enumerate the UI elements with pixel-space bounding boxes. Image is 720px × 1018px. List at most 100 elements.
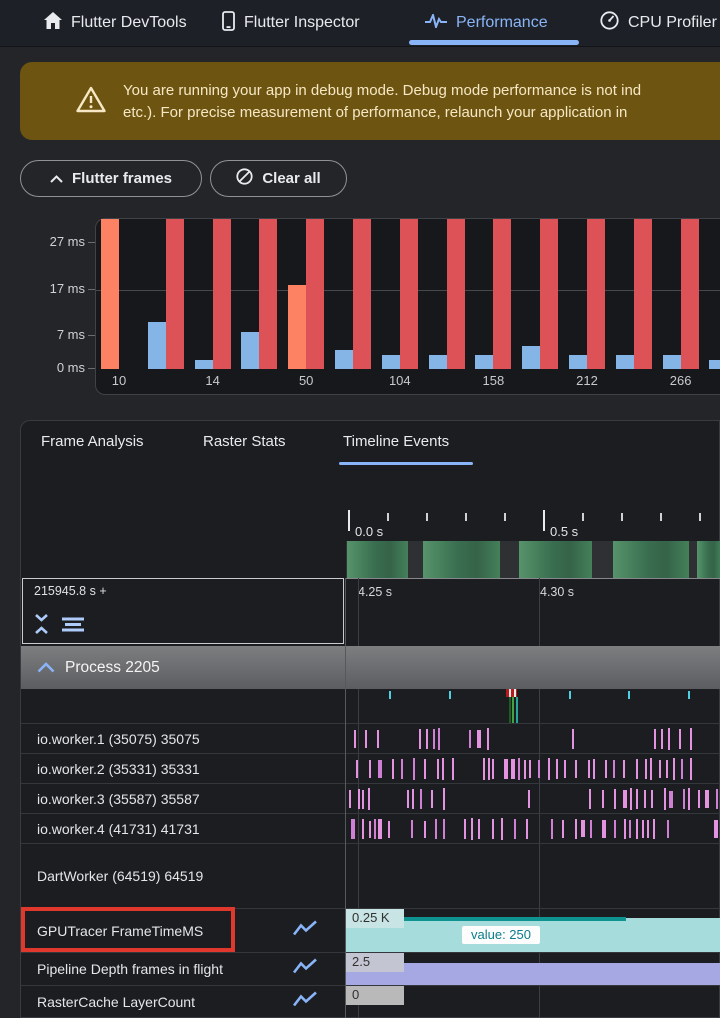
trace-event-tick xyxy=(664,788,666,810)
trace-event-tick xyxy=(365,730,367,747)
frame-bar-ui[interactable] xyxy=(709,360,720,369)
trace-event-tick xyxy=(690,728,692,749)
trace-event-tick xyxy=(526,819,528,840)
flutter-frames-toggle-button[interactable]: Flutter frames xyxy=(20,160,202,197)
tab-flutter-inspector[interactable]: Flutter Inspector xyxy=(222,0,360,46)
frame-bar-ui[interactable] xyxy=(616,355,634,369)
frame-bar-raster[interactable] xyxy=(447,219,465,369)
vsync-marker-row[interactable] xyxy=(21,689,720,724)
trace-event-tick xyxy=(614,820,616,838)
frame-bar-raster[interactable] xyxy=(681,219,699,369)
frame-bar-ui[interactable] xyxy=(335,350,353,369)
trace-event-tick xyxy=(487,728,489,749)
process-group-header[interactable]: Process 2205 xyxy=(21,646,720,689)
frame-bar-raster[interactable] xyxy=(166,219,184,369)
event-tick xyxy=(628,691,630,699)
timeline-grid-header[interactable]: 4.25 s 4.30 s xyxy=(346,578,720,644)
frame-bar-ui[interactable] xyxy=(663,355,681,369)
frame-bar-ui[interactable] xyxy=(382,355,400,369)
frame-bar-ui[interactable] xyxy=(195,360,213,369)
track-row[interactable]: io.worker.2 (35331) 35331 xyxy=(21,754,720,784)
frame-bar-raster[interactable] xyxy=(353,219,371,369)
trace-event-tick xyxy=(433,729,435,748)
counter-row-pipeline-depth[interactable]: Pipeline Depth frames in flight 2.5 xyxy=(21,953,720,986)
frame-bar-raster[interactable] xyxy=(213,219,231,369)
frame-bar-ui[interactable] xyxy=(241,332,259,369)
frame-bar-ui[interactable] xyxy=(429,355,447,369)
event-tick xyxy=(389,691,391,699)
ruler-minor-tick xyxy=(660,513,662,521)
phone-icon xyxy=(222,11,235,36)
banner-text-line2: etc.). For precise measurement of perfor… xyxy=(123,102,641,124)
banner-text-line1: You are running your app in debug mode. … xyxy=(123,80,641,102)
timeline-offset-label: 215945.8 s + xyxy=(34,584,107,598)
track-name[interactable]: io.worker.2 (35331) 35331 xyxy=(37,761,200,777)
warning-icon xyxy=(76,86,106,118)
trace-event-tick xyxy=(681,759,683,779)
frame-bar-raster[interactable] xyxy=(493,219,511,369)
trace-event-tick xyxy=(471,818,473,840)
tab-timeline-events[interactable]: Timeline Events xyxy=(343,433,449,450)
home-icon xyxy=(44,12,62,34)
track-name[interactable]: RasterCache LayerCount xyxy=(37,994,195,1010)
track-name-divider[interactable] xyxy=(345,578,346,1018)
frame-bar-raster[interactable] xyxy=(259,219,277,369)
marker-row-timeline[interactable] xyxy=(346,689,720,724)
frame-bar-ui[interactable] xyxy=(475,355,493,369)
home-tab[interactable]: Flutter DevTools xyxy=(44,0,187,46)
frame-bar-ui[interactable] xyxy=(101,219,119,369)
counter-row-rastercache[interactable]: RasterCache LayerCount 0 xyxy=(21,986,720,1018)
activity-segment xyxy=(423,541,500,578)
track-name[interactable]: Pipeline Depth frames in flight xyxy=(37,961,223,977)
flutter-devtools-window: Flutter DevTools Flutter Inspector Perfo… xyxy=(0,0,720,1018)
trace-events-lane[interactable] xyxy=(346,726,720,752)
trace-event-tick xyxy=(431,790,433,809)
y-tick-dash xyxy=(88,289,95,290)
frame-bar-ui[interactable] xyxy=(288,285,306,369)
trace-event-tick xyxy=(575,760,577,778)
tab-raster-stats[interactable]: Raster Stats xyxy=(203,433,286,450)
top-nav-bar: Flutter DevTools Flutter Inspector Perfo… xyxy=(0,0,720,47)
frame-bar-ui[interactable] xyxy=(522,346,540,369)
timeline-ruler[interactable]: 0.0 s0.5 s xyxy=(346,506,720,541)
track-name[interactable]: io.worker.3 (35587) 35587 xyxy=(37,791,200,807)
clear-all-button[interactable]: Clear all xyxy=(210,160,347,197)
trace-event-tick xyxy=(378,819,382,839)
frame-marker-flag[interactable] xyxy=(506,689,517,697)
track-row[interactable]: io.worker.4 (41731) 41731 xyxy=(21,814,720,844)
ruler-minor-tick xyxy=(699,513,701,521)
track-list-icon[interactable] xyxy=(61,617,85,637)
frames-chart[interactable]: 101450104158212266 xyxy=(95,218,720,395)
trace-event-tick xyxy=(538,760,540,779)
trace-event-tick xyxy=(588,760,590,777)
track-name[interactable]: io.worker.4 (41731) 41731 xyxy=(37,821,200,837)
trace-event-tick xyxy=(548,758,550,780)
timeline-summary-strip[interactable] xyxy=(346,541,720,578)
tab-frame-analysis[interactable]: Frame Analysis xyxy=(41,433,144,450)
frame-bar-raster[interactable] xyxy=(587,219,605,369)
track-row[interactable]: io.worker.3 (35587) 35587 xyxy=(21,784,720,814)
tab-cpu-profiler[interactable]: CPU Profiler xyxy=(600,0,717,46)
frame-bar-ui[interactable] xyxy=(148,322,166,369)
frame-bar-raster[interactable] xyxy=(400,219,418,369)
frame-bar-raster[interactable] xyxy=(540,219,558,369)
track-row[interactable]: io.worker.1 (35075) 35075 xyxy=(21,724,720,754)
track-name[interactable]: DartWorker (64519) 64519 xyxy=(37,868,203,884)
trace-event-tick xyxy=(683,789,685,810)
trace-event-tick xyxy=(478,819,480,839)
trace-events-lane[interactable] xyxy=(346,756,720,782)
track-name[interactable]: io.worker.1 (35075) 35075 xyxy=(37,731,200,747)
trace-event-tick xyxy=(501,818,503,840)
frame-bar-ui[interactable] xyxy=(569,355,587,369)
ruler-minor-tick xyxy=(504,513,506,521)
trace-event-tick xyxy=(651,790,653,808)
trace-events-lane[interactable] xyxy=(346,786,720,812)
trace-event-tick xyxy=(551,819,553,840)
frame-bar-raster[interactable] xyxy=(634,219,652,369)
collapse-all-icon[interactable] xyxy=(34,613,49,640)
trace-events-lane[interactable] xyxy=(346,816,720,842)
track-row[interactable]: DartWorker (64519) 64519 xyxy=(21,844,720,909)
trace-event-tick xyxy=(666,760,668,777)
ruler-minor-tick xyxy=(621,513,623,521)
frame-bar-raster[interactable] xyxy=(306,219,324,369)
